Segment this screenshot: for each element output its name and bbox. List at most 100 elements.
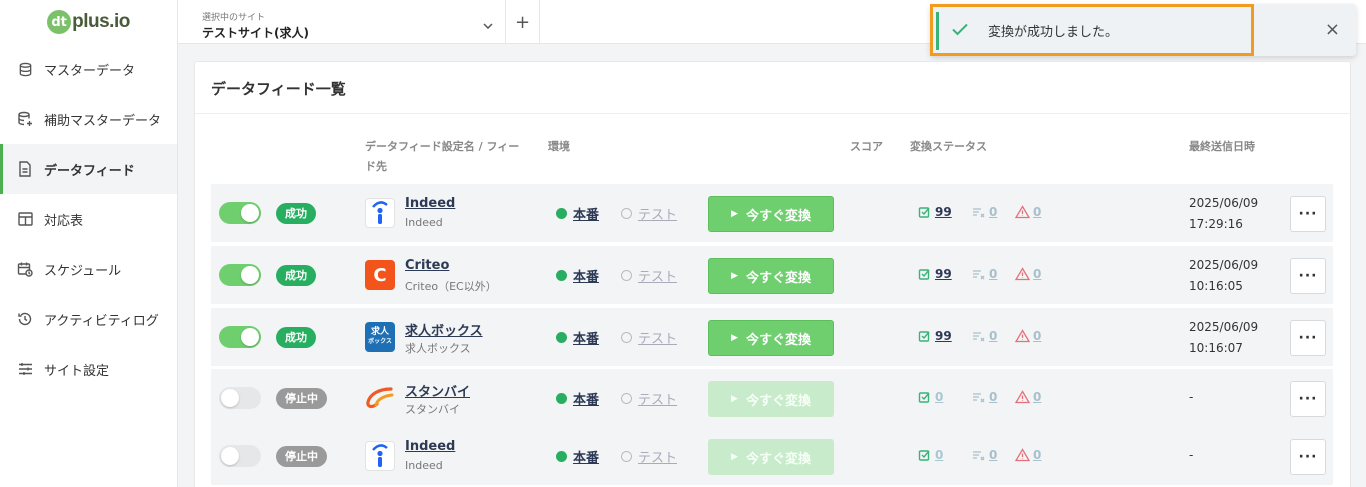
sidebar-item-label: アクティビティログ xyxy=(44,313,159,329)
warning-count-link[interactable]: 0 xyxy=(1015,448,1041,462)
success-count-link[interactable]: 99 xyxy=(918,205,952,219)
status-badge: 成功 xyxy=(276,327,316,348)
last-sent-datetime: 2025/06/09 17:29:16 xyxy=(1189,193,1258,235)
play-icon: ▶ xyxy=(731,209,738,219)
success-count-link[interactable]: 99 xyxy=(918,267,952,281)
last-sent-date: 2025/06/09 xyxy=(1189,320,1259,334)
status-badge: 成功 xyxy=(276,265,316,286)
skip-count-link[interactable]: 0 xyxy=(972,390,997,404)
convert-now-button[interactable]: ▶ 今すぐ変換 xyxy=(708,439,834,475)
warning-count-link[interactable]: 0 xyxy=(1015,329,1041,343)
database-icon xyxy=(16,60,34,78)
env-test-link[interactable]: テスト xyxy=(621,266,677,285)
convert-now-button[interactable]: ▶ 今すぐ変換 xyxy=(708,196,834,232)
toast-message: 変換が成功しました。 xyxy=(988,25,1119,40)
env-test-link[interactable]: テスト xyxy=(621,204,677,223)
sidebar-item-label: スケジュール xyxy=(44,263,122,279)
skip-count-link[interactable]: 0 xyxy=(972,267,997,281)
env-production-link[interactable]: 本番 xyxy=(556,328,599,347)
last-sent-time: 17:29:16 xyxy=(1189,217,1243,231)
last-sent-date: - xyxy=(1189,448,1194,462)
feed-toggle[interactable] xyxy=(219,202,261,224)
sidebar-item-label: 対応表 xyxy=(44,213,84,229)
env-test-link[interactable]: テスト xyxy=(621,447,677,466)
success-count: 99 xyxy=(935,205,952,219)
skip-count: 0 xyxy=(989,267,998,281)
sidebar-item-mapping-table[interactable]: 対応表 xyxy=(0,194,177,244)
env-test-link[interactable]: テスト xyxy=(621,328,677,347)
feed-destination: Criteo（EC以外） xyxy=(405,280,497,293)
warning-count-link[interactable]: 0 xyxy=(1015,205,1041,219)
env-production-link[interactable]: 本番 xyxy=(556,447,599,466)
chevron-down-icon xyxy=(483,14,493,33)
site-selector[interactable]: 選択中のサイト テストサイト(求人) xyxy=(178,0,506,44)
more-actions-button[interactable]: ··· xyxy=(1290,258,1326,294)
more-actions-button[interactable]: ··· xyxy=(1290,439,1326,475)
env-production-link[interactable]: 本番 xyxy=(556,266,599,285)
inactive-dot-icon xyxy=(621,393,632,404)
status-badge: 成功 xyxy=(276,203,316,224)
feed-toggle[interactable] xyxy=(219,387,261,409)
convert-now-button[interactable]: ▶ 今すぐ変換 xyxy=(708,320,834,356)
feed-name-link[interactable]: Indeed xyxy=(405,196,455,211)
env-test-label: テスト xyxy=(638,208,678,223)
sidebar-item-label: 補助マスターデータ xyxy=(44,113,162,129)
more-actions-button[interactable]: ··· xyxy=(1290,381,1326,417)
feed-logo: 求人 ボックス xyxy=(365,322,395,352)
convert-now-button[interactable]: ▶ 今すぐ変換 xyxy=(708,381,834,417)
convert-now-label: 今すぐ変換 xyxy=(745,208,811,224)
sidebar-item-label: サイト設定 xyxy=(44,363,110,379)
success-count-link[interactable]: 99 xyxy=(918,329,952,343)
skip-count-link[interactable]: 0 xyxy=(972,448,997,462)
skip-count-link[interactable]: 0 xyxy=(972,205,997,219)
sidebar-item-site-settings[interactable]: サイト設定 xyxy=(0,344,177,394)
app-logo[interactable]: dt plus.io xyxy=(0,0,177,44)
env-production-label: 本番 xyxy=(573,451,600,466)
close-icon[interactable]: × xyxy=(1325,19,1340,40)
play-icon: ▶ xyxy=(731,271,738,281)
sidebar-nav: マスターデータ 補助マスターデータ データフィード 対応表 スケジュール アクテ… xyxy=(0,44,177,394)
warning-count-link[interactable]: 0 xyxy=(1015,390,1041,404)
more-actions-button[interactable]: ··· xyxy=(1290,196,1326,232)
success-check-icon xyxy=(918,450,930,461)
sidebar-item-activity-log[interactable]: アクティビティログ xyxy=(0,294,177,344)
feed-name-link[interactable]: Indeed xyxy=(405,439,455,454)
feed-toggle[interactable] xyxy=(219,264,261,286)
success-count-link[interactable]: 0 xyxy=(918,448,943,462)
sidebar-item-data-feed[interactable]: データフィード xyxy=(0,144,177,194)
sidebar-item-sub-master-data[interactable]: 補助マスターデータ xyxy=(0,94,177,144)
skip-count-link[interactable]: 0 xyxy=(972,329,997,343)
add-site-button[interactable]: + xyxy=(506,0,540,44)
toast-accent-bar xyxy=(936,12,939,50)
env-test-label: テスト xyxy=(638,393,678,408)
inactive-dot-icon xyxy=(621,208,632,219)
table-row: 停止中 スタンバイ スタンバイ 本番 テスト ▶ 今すぐ変換 0 0 0 - ·… xyxy=(211,369,1333,427)
env-production-link[interactable]: 本番 xyxy=(556,389,599,408)
table-row: 成功 Indeed Indeed 本番 テスト ▶ 今すぐ変換 99 0 0 2… xyxy=(211,184,1333,242)
feed-name-link[interactable]: スタンバイ xyxy=(405,381,470,400)
warning-triangle-icon xyxy=(1015,205,1030,219)
sidebar-item-master-data[interactable]: マスターデータ xyxy=(0,44,177,94)
skip-count: 0 xyxy=(989,329,998,343)
env-production-link[interactable]: 本番 xyxy=(556,204,599,223)
last-sent-date: 2025/06/09 xyxy=(1189,258,1259,272)
env-production-label: 本番 xyxy=(573,332,600,347)
kyujin-logo-line2: ボックス xyxy=(368,338,392,345)
history-icon xyxy=(16,310,34,328)
sidebar-item-schedule[interactable]: スケジュール xyxy=(0,244,177,294)
last-sent-datetime: 2025/06/09 10:16:05 xyxy=(1189,255,1258,297)
env-test-label: テスト xyxy=(638,451,678,466)
env-test-link[interactable]: テスト xyxy=(621,389,677,408)
header-last-sent: 最終送信日時 xyxy=(1189,140,1255,153)
feed-toggle[interactable] xyxy=(219,445,261,467)
feed-toggle[interactable] xyxy=(219,326,261,348)
indeed-logo-icon xyxy=(372,201,388,224)
feed-name-link[interactable]: Criteo xyxy=(405,258,449,273)
feed-name-link[interactable]: 求人ボックス xyxy=(405,320,483,339)
warning-count: 0 xyxy=(1033,448,1042,462)
warning-count-link[interactable]: 0 xyxy=(1015,267,1041,281)
success-count-link[interactable]: 0 xyxy=(918,390,943,404)
stanby-logo-icon xyxy=(366,387,394,409)
convert-now-button[interactable]: ▶ 今すぐ変換 xyxy=(708,258,834,294)
more-actions-button[interactable]: ··· xyxy=(1290,320,1326,356)
